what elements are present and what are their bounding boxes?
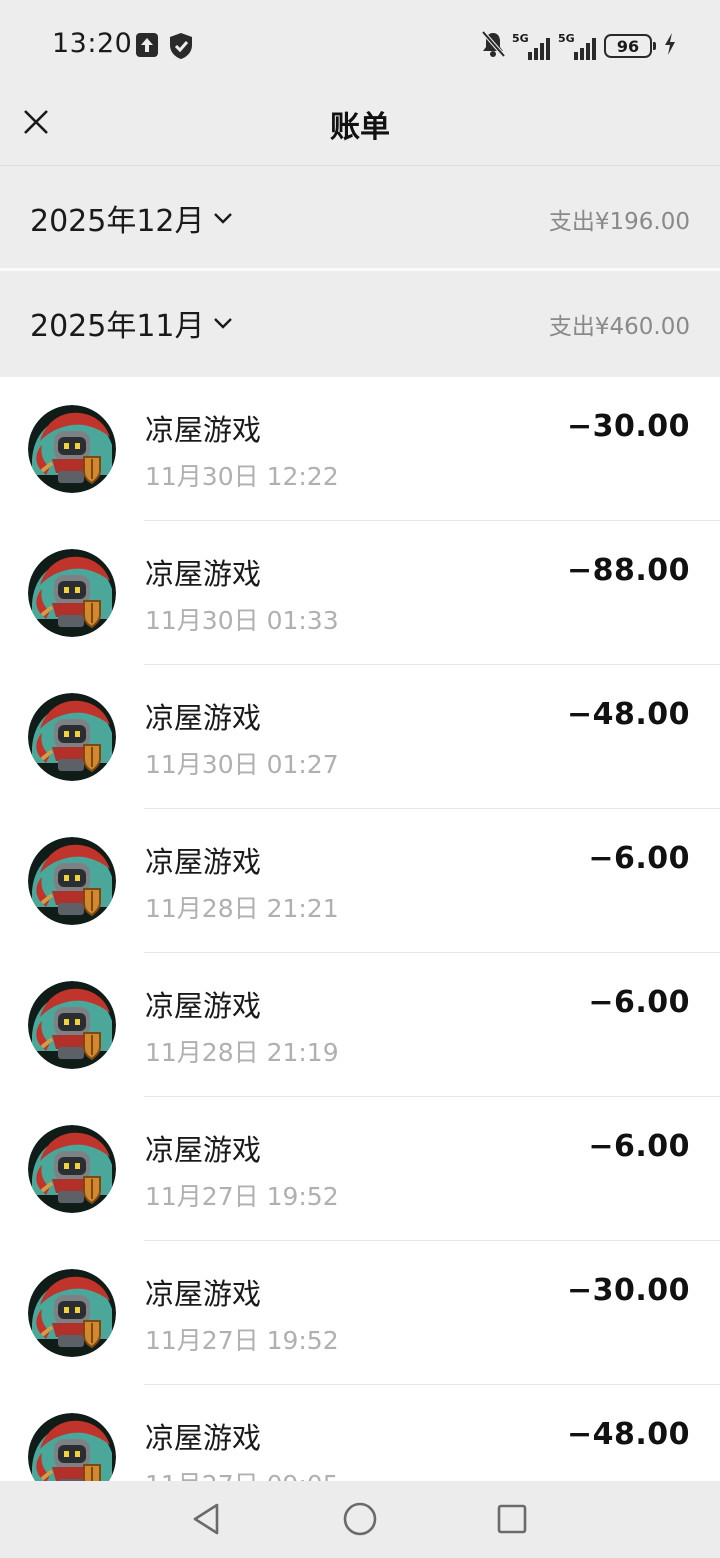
transaction-row[interactable]: 凉屋游戏 11月27日 09:05 −48.00 bbox=[0, 1385, 720, 1481]
battery-icon: 96 bbox=[604, 34, 656, 58]
charging-icon bbox=[664, 33, 676, 59]
merchant-avatar bbox=[28, 1269, 116, 1357]
merchant-avatar bbox=[28, 405, 116, 493]
month-header-december[interactable]: 2025年12月 支出¥196.00 bbox=[0, 166, 720, 270]
merchant-name: 凉屋游戏 bbox=[145, 1421, 262, 1455]
status-indicators: 5G 5G 96 bbox=[480, 30, 676, 62]
transaction-amount: −6.00 bbox=[588, 1129, 690, 1164]
home-button[interactable] bbox=[340, 1499, 380, 1539]
transaction-time: 11月27日 19:52 bbox=[145, 1326, 339, 1355]
month-header-november[interactable]: 2025年11月 支出¥460.00 bbox=[0, 271, 720, 377]
transaction-time: 11月30日 12:22 bbox=[145, 462, 339, 491]
month-label: 2025年12月 bbox=[30, 204, 205, 239]
transaction-time: 11月30日 01:33 bbox=[145, 606, 339, 635]
page-title: 账单 bbox=[330, 110, 390, 145]
merchant-avatar bbox=[28, 549, 116, 637]
merchant-name: 凉屋游戏 bbox=[145, 413, 262, 447]
month-selector[interactable]: 2025年11月 bbox=[30, 301, 233, 345]
transaction-time: 11月27日 19:52 bbox=[145, 1182, 339, 1211]
back-button[interactable] bbox=[186, 1499, 226, 1539]
merchant-avatar bbox=[28, 837, 116, 925]
month-label: 2025年11月 bbox=[30, 309, 205, 344]
signal-icon: 5G bbox=[512, 32, 552, 60]
transaction-row[interactable]: 凉屋游戏 11月30日 12:22 −30.00 bbox=[0, 377, 720, 521]
upload-icon bbox=[135, 32, 159, 62]
transaction-row[interactable]: 凉屋游戏 11月27日 19:52 −6.00 bbox=[0, 1097, 720, 1241]
transaction-time: 11月28日 21:19 bbox=[145, 1038, 339, 1067]
month-total: 支出¥460.00 bbox=[548, 314, 690, 340]
transaction-amount: −6.00 bbox=[588, 985, 690, 1020]
merchant-avatar bbox=[28, 1125, 116, 1213]
signal-icon: 5G bbox=[558, 32, 598, 60]
shield-check-icon bbox=[168, 32, 194, 64]
transaction-row[interactable]: 凉屋游戏 11月28日 21:21 −6.00 bbox=[0, 809, 720, 953]
transaction-amount: −88.00 bbox=[566, 553, 690, 588]
transaction-time: 11月27日 09:05 bbox=[145, 1465, 339, 1481]
chevron-down-icon bbox=[213, 318, 232, 329]
merchant-name: 凉屋游戏 bbox=[145, 1133, 262, 1167]
transaction-amount: −6.00 bbox=[588, 841, 690, 876]
merchant-avatar bbox=[28, 693, 116, 781]
status-bar: 13:20 5G 5G 96 bbox=[0, 0, 720, 92]
home-circle-icon bbox=[343, 1502, 377, 1536]
transaction-row[interactable]: 凉屋游戏 11月27日 19:52 −30.00 bbox=[0, 1241, 720, 1385]
merchant-name: 凉屋游戏 bbox=[145, 701, 262, 735]
merchant-name: 凉屋游戏 bbox=[145, 557, 262, 591]
merchant-avatar bbox=[28, 1413, 116, 1481]
back-triangle-icon bbox=[193, 1503, 219, 1535]
transaction-amount: −48.00 bbox=[566, 1417, 690, 1452]
merchant-name: 凉屋游戏 bbox=[145, 845, 262, 879]
month-selector[interactable]: 2025年12月 bbox=[30, 196, 233, 240]
merchant-avatar bbox=[28, 981, 116, 1069]
transaction-amount: −30.00 bbox=[566, 409, 690, 444]
recents-square-icon bbox=[497, 1504, 527, 1534]
transaction-row[interactable]: 凉屋游戏 11月30日 01:27 −48.00 bbox=[0, 665, 720, 809]
transaction-amount: −48.00 bbox=[566, 697, 690, 732]
transaction-list[interactable]: 凉屋游戏 11月30日 12:22 −30.00 凉屋游戏 11月30日 01:… bbox=[0, 377, 720, 1481]
bell-off-icon bbox=[480, 30, 506, 62]
transaction-row[interactable]: 凉屋游戏 11月30日 01:33 −88.00 bbox=[0, 521, 720, 665]
recents-button[interactable] bbox=[492, 1499, 532, 1539]
status-time: 13:20 bbox=[52, 28, 133, 59]
navbar: 账单 bbox=[0, 92, 720, 166]
month-total: 支出¥196.00 bbox=[548, 209, 690, 235]
transaction-row[interactable]: 凉屋游戏 11月28日 21:19 −6.00 bbox=[0, 953, 720, 1097]
merchant-name: 凉屋游戏 bbox=[145, 1277, 262, 1311]
transaction-time: 11月30日 01:27 bbox=[145, 750, 339, 779]
transaction-amount: −30.00 bbox=[566, 1273, 690, 1308]
chevron-down-icon bbox=[213, 213, 232, 224]
merchant-name: 凉屋游戏 bbox=[145, 989, 262, 1023]
transaction-time: 11月28日 21:21 bbox=[145, 894, 339, 923]
system-navigation-bar bbox=[0, 1481, 720, 1558]
